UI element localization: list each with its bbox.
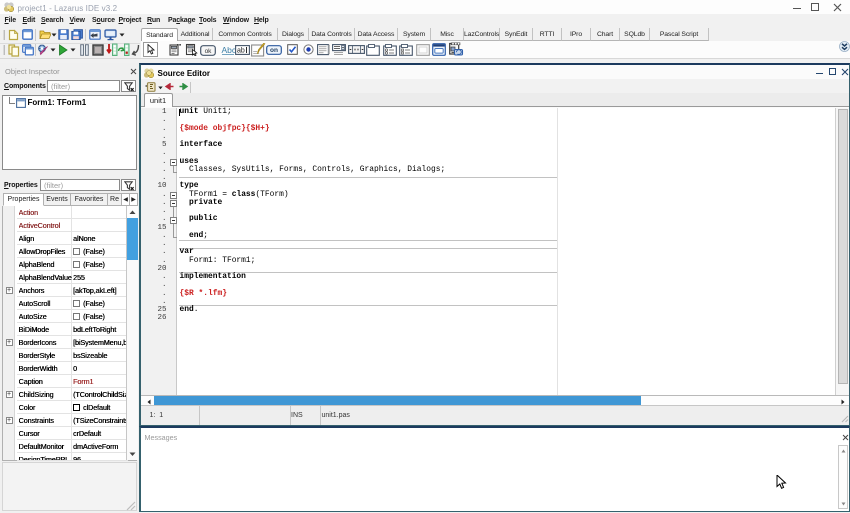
svg-text:ab: ab (237, 47, 245, 54)
svg-text:Abc: Abc (221, 45, 236, 55)
svg-text:ok: ok (204, 47, 212, 54)
svg-text:on: on (270, 47, 278, 54)
